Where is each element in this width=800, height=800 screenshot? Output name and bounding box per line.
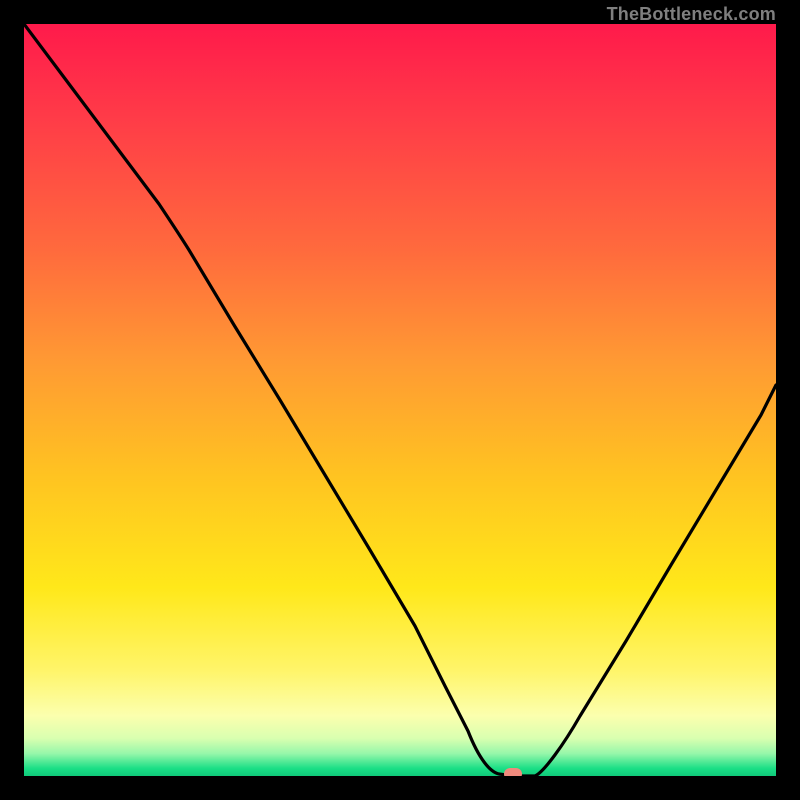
watermark-text: TheBottleneck.com bbox=[607, 4, 776, 25]
frame-border bbox=[776, 0, 800, 800]
frame-border bbox=[0, 0, 24, 800]
bottleneck-curve bbox=[24, 24, 776, 776]
chart-stage: TheBottleneck.com bbox=[0, 0, 800, 800]
optimal-marker bbox=[504, 768, 522, 776]
frame-border bbox=[0, 776, 800, 800]
plot-area bbox=[24, 24, 776, 776]
